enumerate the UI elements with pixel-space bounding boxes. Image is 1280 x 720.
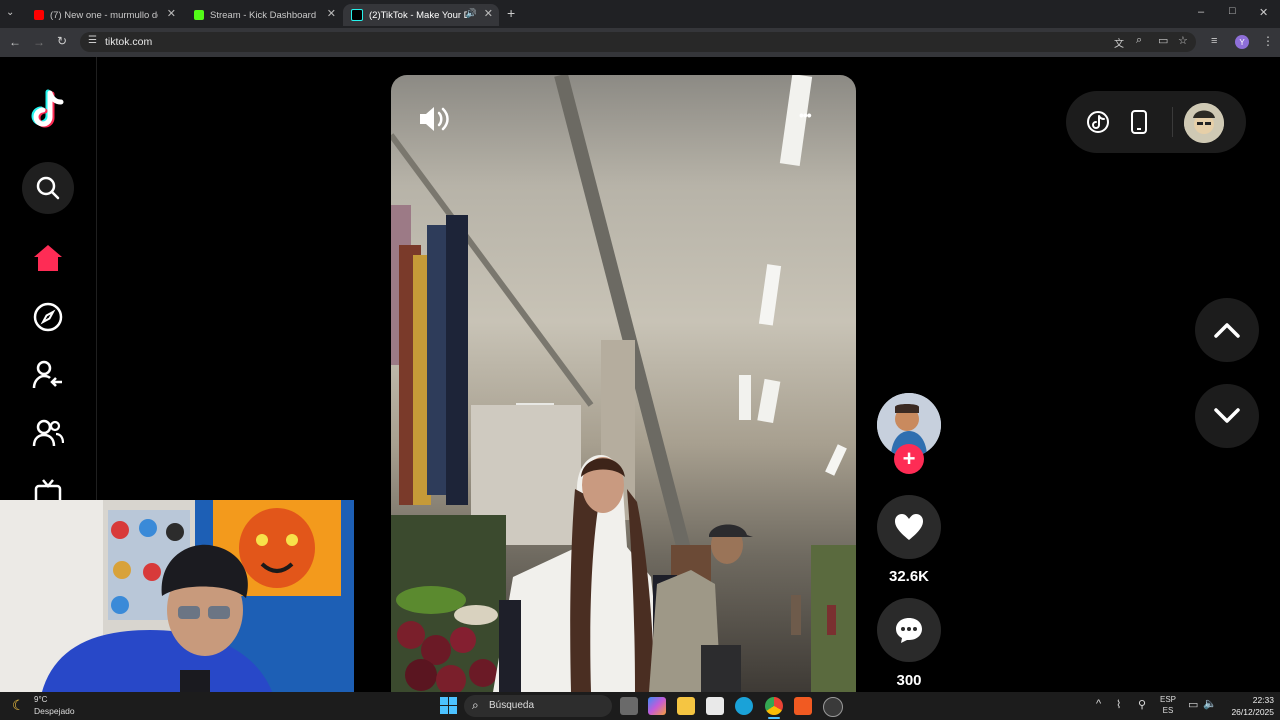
windows-taskbar: ☾ 9°C Despejado ⌕ Búsqueda ^ ⌇ ⚲ ESP ES … [0,692,1280,720]
chevron-down-icon [1214,408,1240,423]
tray-chevron-icon[interactable]: ^ [1096,698,1101,710]
taskbar-search[interactable]: ⌕ Búsqueda [464,695,612,717]
moon-icon: ☾ [12,697,25,713]
comment-button[interactable] [877,598,941,662]
close-tab-icon[interactable]: ✕ [327,7,336,20]
next-video-button[interactable] [1195,384,1259,448]
clock-date: 26/12/2025 [1231,707,1274,717]
active-app-indicator [768,717,780,719]
friends-icon[interactable] [22,407,74,459]
file-explorer-icon[interactable] [677,697,695,715]
site-info-icon[interactable]: ☰ [88,35,97,46]
tiktok-icon [351,9,363,21]
tab-tiktok[interactable]: (2)TikTok - Make Your Day 🔊 ✕ [343,4,499,26]
chevron-up-icon [1214,323,1240,338]
browser-menu-icon[interactable]: ⋮ [1262,34,1274,48]
video-scene [391,75,856,692]
display-icon[interactable]: ▭ [1188,698,1198,711]
start-button[interactable] [440,697,457,714]
home-icon[interactable] [22,232,74,284]
volume-icon[interactable] [418,105,452,138]
heart-icon [895,514,923,540]
youtube-icon [34,10,44,20]
network-icon[interactable]: ⌇ [1116,698,1121,711]
minimize-button[interactable]: – [1198,6,1204,18]
reload-icon[interactable]: ↻ [57,34,67,48]
plus-icon: + [902,446,916,471]
windows-icon [440,697,457,714]
bookmark-star-icon[interactable]: ☆ [1178,34,1188,47]
clock-time: 22:33 [1252,695,1274,705]
obs-icon[interactable] [823,697,843,717]
keyboard-layout: ES [1162,706,1174,715]
search-label: Búsqueda [489,700,535,711]
tab-list-button[interactable]: ⌄ [6,7,14,18]
tab-audio-icon[interactable]: 🔊 [466,8,477,19]
comment-icon [896,618,922,643]
follow-button[interactable]: + [894,444,924,474]
explore-icon[interactable] [22,291,74,343]
close-tab-icon[interactable]: ✕ [167,7,176,20]
clock[interactable]: 22:33 26/12/2025 [1222,694,1274,718]
maximize-button[interactable]: □ [1229,5,1236,17]
mic-icon[interactable]: ⚲ [1138,698,1146,711]
like-button[interactable] [877,495,941,559]
profile-initial: Y [1239,37,1245,47]
tiktok-logo-icon[interactable] [28,89,68,133]
comment-count: 300 [896,672,922,689]
language-code: ESP [1159,695,1176,704]
get-coins-icon[interactable] [1086,110,1110,139]
edge-icon[interactable] [735,697,753,715]
header-actions [1066,91,1246,153]
kick-icon [194,10,204,20]
search-icon[interactable] [22,162,74,214]
profile-avatar[interactable]: Y [1235,35,1249,49]
user-avatar[interactable] [1184,103,1224,143]
webcam-overlay [0,500,354,700]
copilot-icon[interactable] [648,697,666,715]
like-count: 32.6K [888,568,930,585]
search-icon: ⌕ [472,698,479,712]
tab-title: (2)TikTok - Make Your Day [369,9,467,21]
tab-kick[interactable]: Stream - Kick Dashboard ✕ [186,4,342,26]
tab-title: Stream - Kick Dashboard [210,9,317,21]
task-view-icon[interactable] [620,697,638,715]
tab-title: (7) New one - murmullo descu [50,9,158,21]
following-icon[interactable] [22,349,74,401]
translate-icon[interactable]: ⽂ [1114,35,1124,50]
store-icon[interactable] [706,697,724,715]
chrome-icon[interactable] [765,697,783,715]
more-options-icon[interactable]: ••• [799,107,812,123]
back-icon[interactable]: ← [9,35,21,49]
previous-video-button[interactable] [1195,298,1259,362]
tab-youtube[interactable]: (7) New one - murmullo descu ✕ [26,4,182,26]
language-indicator[interactable]: ESP ES [1158,694,1178,716]
close-window-button[interactable]: ✕ [1259,6,1268,19]
video-player[interactable]: ••• [391,75,856,692]
url-text: tiktok.com [105,36,153,48]
get-app-icon[interactable] [1131,110,1147,139]
address-bar[interactable]: ☰ tiktok.com ⽂ ⌕ ▭ ☆ [80,32,1196,52]
zoom-icon[interactable]: ⌕ [1136,34,1142,47]
cast-icon[interactable]: ▭ [1158,34,1168,47]
speaker-icon[interactable]: 🔈 [1203,697,1217,710]
forward-icon[interactable]: → [33,35,45,49]
header-divider [1172,107,1173,137]
weather-temp: 9°C [34,695,48,704]
new-tab-button[interactable]: + [507,5,515,21]
weather-widget[interactable]: ☾ 9°C Despejado [12,694,92,718]
browser-tab-bar: ⌄ (7) New one - murmullo descu ✕ Stream … [0,0,1280,28]
close-tab-icon[interactable]: ✕ [484,7,493,20]
media-controls-icon[interactable]: ≡ [1211,35,1217,47]
weather-desc: Despejado [34,706,75,716]
brave-icon[interactable] [794,697,812,715]
